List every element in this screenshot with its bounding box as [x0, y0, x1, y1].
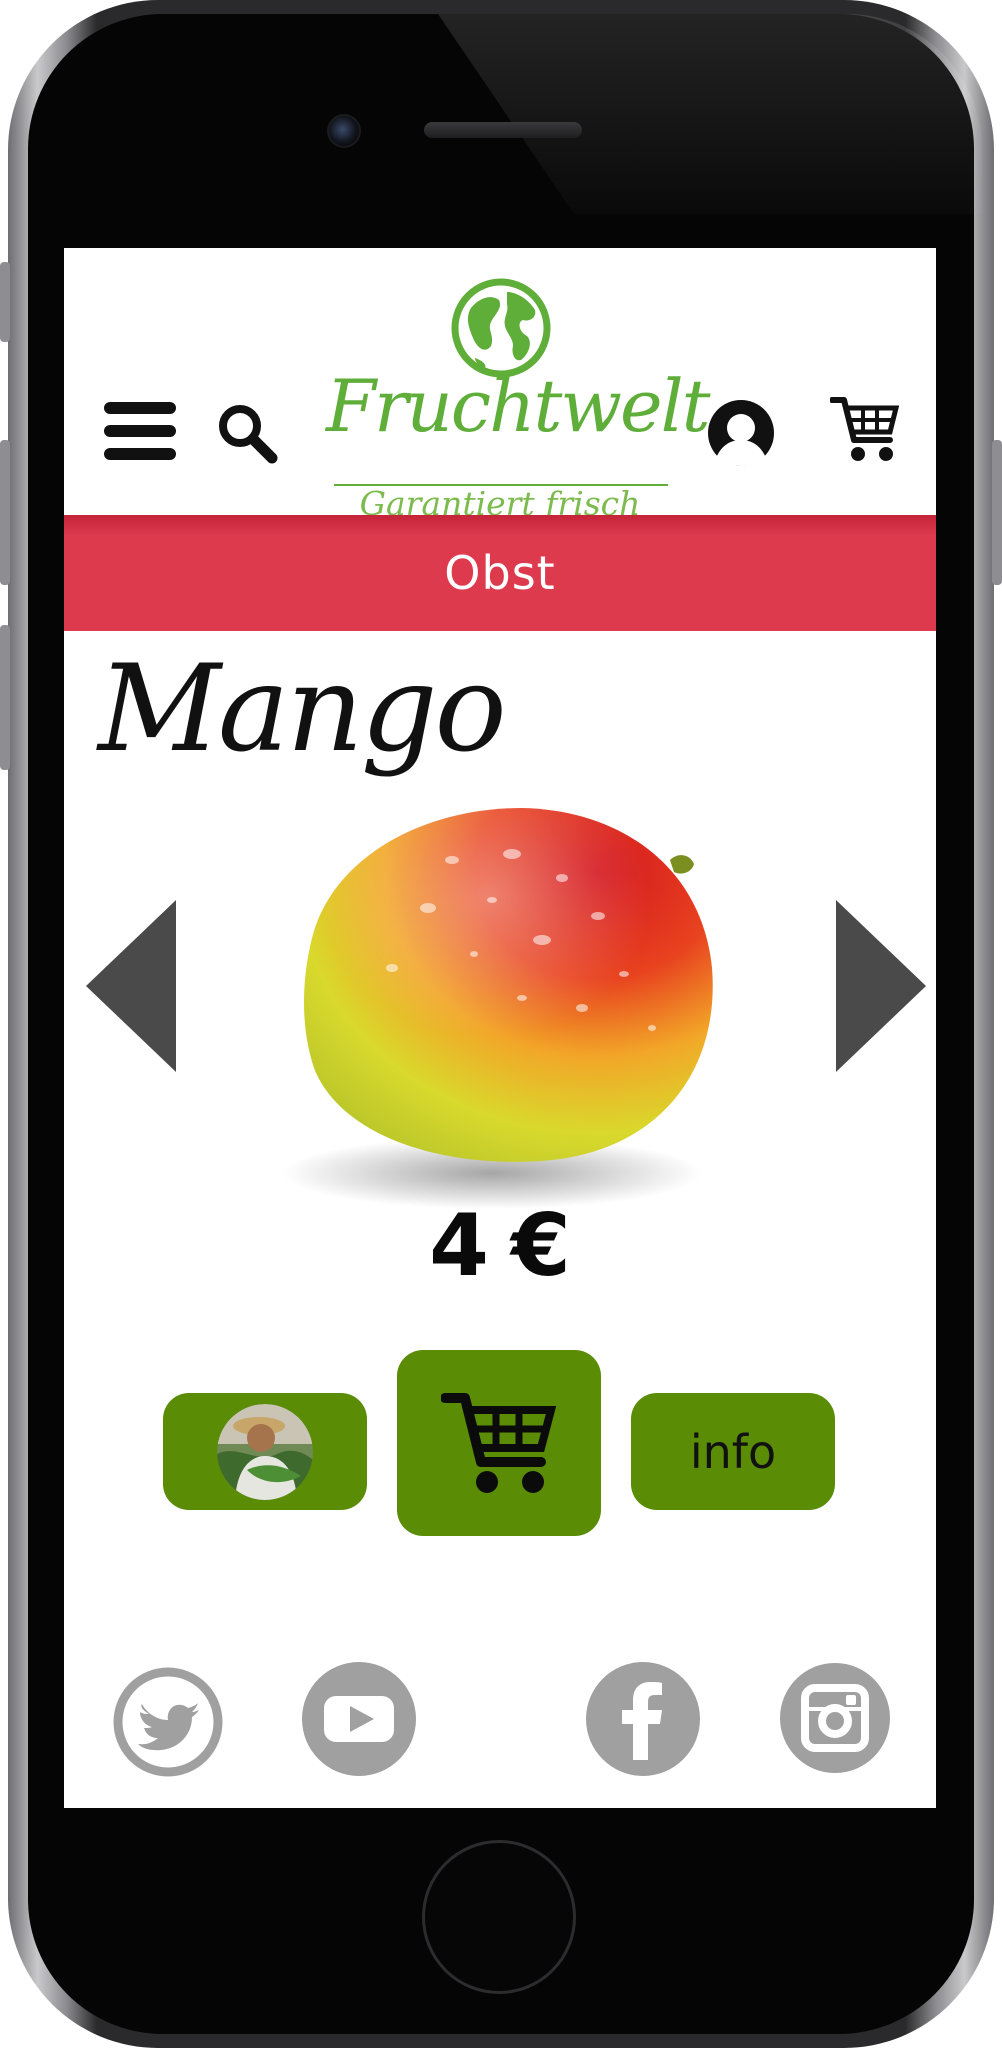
mute-switch — [0, 262, 10, 342]
price-currency: € — [511, 1196, 571, 1296]
category-label: Obst — [444, 546, 556, 600]
add-to-cart-button[interactable] — [397, 1350, 601, 1536]
youtube-icon[interactable] — [300, 1660, 418, 1778]
account-icon[interactable] — [706, 398, 776, 468]
price-value: 4 — [429, 1196, 489, 1296]
previous-arrow-icon[interactable] — [86, 900, 176, 1072]
header: Fruchtwelt Garantiert frisch — [64, 248, 936, 522]
earpiece-speaker — [424, 122, 582, 138]
product-price: 4 € — [64, 1203, 936, 1289]
brand-name: Fruchtwelt — [326, 364, 711, 448]
next-arrow-icon[interactable] — [836, 900, 926, 1072]
twitter-icon[interactable] — [112, 1666, 224, 1778]
globe-icon — [451, 278, 551, 378]
info-label: info — [689, 1424, 777, 1479]
search-icon[interactable] — [216, 402, 280, 466]
cart-icon[interactable] — [830, 394, 900, 466]
menu-icon[interactable] — [104, 400, 176, 462]
facebook-icon[interactable] — [584, 1660, 702, 1778]
home-button[interactable] — [422, 1840, 576, 1994]
category-bar[interactable]: Obst — [64, 515, 936, 631]
product-image — [282, 808, 713, 1209]
app-screen: Fruchtwelt Garantiert frisch Obst Mango — [64, 248, 936, 1808]
instagram-icon[interactable] — [778, 1661, 892, 1775]
farmer-avatar — [217, 1403, 313, 1500]
farmer-button[interactable] — [163, 1393, 367, 1510]
brand-logo[interactable]: Fruchtwelt Garantiert frisch — [326, 278, 711, 522]
front-camera — [327, 114, 361, 148]
volume-up-button — [0, 440, 10, 585]
product-title: Mango — [98, 640, 507, 779]
info-button[interactable]: info — [631, 1393, 835, 1510]
volume-down-button — [0, 625, 10, 770]
power-button — [992, 440, 1002, 585]
cart-icon — [441, 1393, 557, 1493]
